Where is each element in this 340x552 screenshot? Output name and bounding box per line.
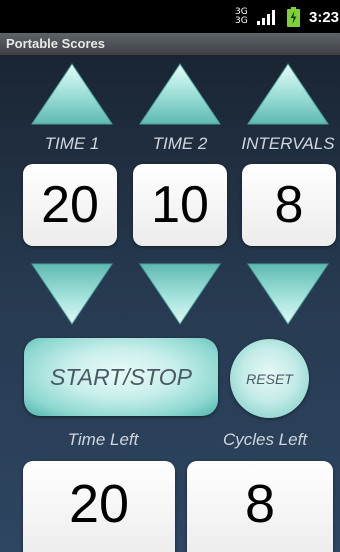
main-content: TIME 1 TIME 2 INTERVALS 20 10 8 START/ST… (0, 56, 340, 552)
time2-label: TIME 2 (152, 134, 208, 153)
time1-label: TIME 1 (44, 134, 100, 153)
network-type-icon: 3G 3G (235, 8, 248, 26)
triangle-up-icon (31, 63, 113, 125)
time2-increment-button[interactable] (138, 62, 222, 126)
time-left-label: Time Left (67, 430, 139, 449)
triangle-up-icon (247, 63, 329, 125)
time-left-value: 20 (23, 461, 175, 552)
time1-decrement-button[interactable] (30, 262, 114, 326)
cycles-left-label: Cycles Left (222, 430, 308, 449)
title-bar: Portable Scores (0, 33, 340, 56)
intervals-label: INTERVALS (241, 134, 335, 153)
intervals-value[interactable]: 8 (242, 164, 336, 246)
triangle-down-icon (139, 263, 221, 325)
time2-decrement-button[interactable] (138, 262, 222, 326)
time1-value[interactable]: 20 (23, 164, 117, 246)
triangle-down-icon (31, 263, 113, 325)
time2-value[interactable]: 10 (133, 164, 227, 246)
network-type-bottom: 3G (235, 16, 248, 26)
time1-increment-button[interactable] (30, 62, 114, 126)
start-stop-button[interactable]: START/STOP (24, 338, 218, 416)
cycles-left-value: 8 (187, 461, 333, 552)
reset-button[interactable]: RESET (230, 339, 309, 418)
clock: 3:23 (309, 9, 340, 26)
intervals-decrement-button[interactable] (246, 262, 330, 326)
triangle-down-icon (247, 263, 329, 325)
intervals-increment-button[interactable] (246, 62, 330, 126)
signal-icon (257, 10, 275, 25)
status-bar: 3G 3G 3:23 (0, 0, 340, 33)
triangle-up-icon (139, 63, 221, 125)
app-title: Portable Scores (6, 36, 105, 51)
battery-charging-icon (287, 7, 300, 27)
